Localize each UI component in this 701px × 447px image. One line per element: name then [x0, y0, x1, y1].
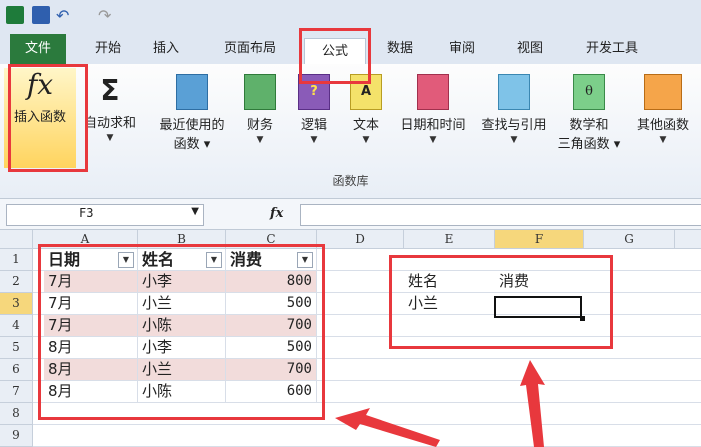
annotation-arrows [335, 360, 545, 447]
arrow-to-lookup [520, 360, 545, 447]
arrow-to-table [335, 408, 440, 447]
